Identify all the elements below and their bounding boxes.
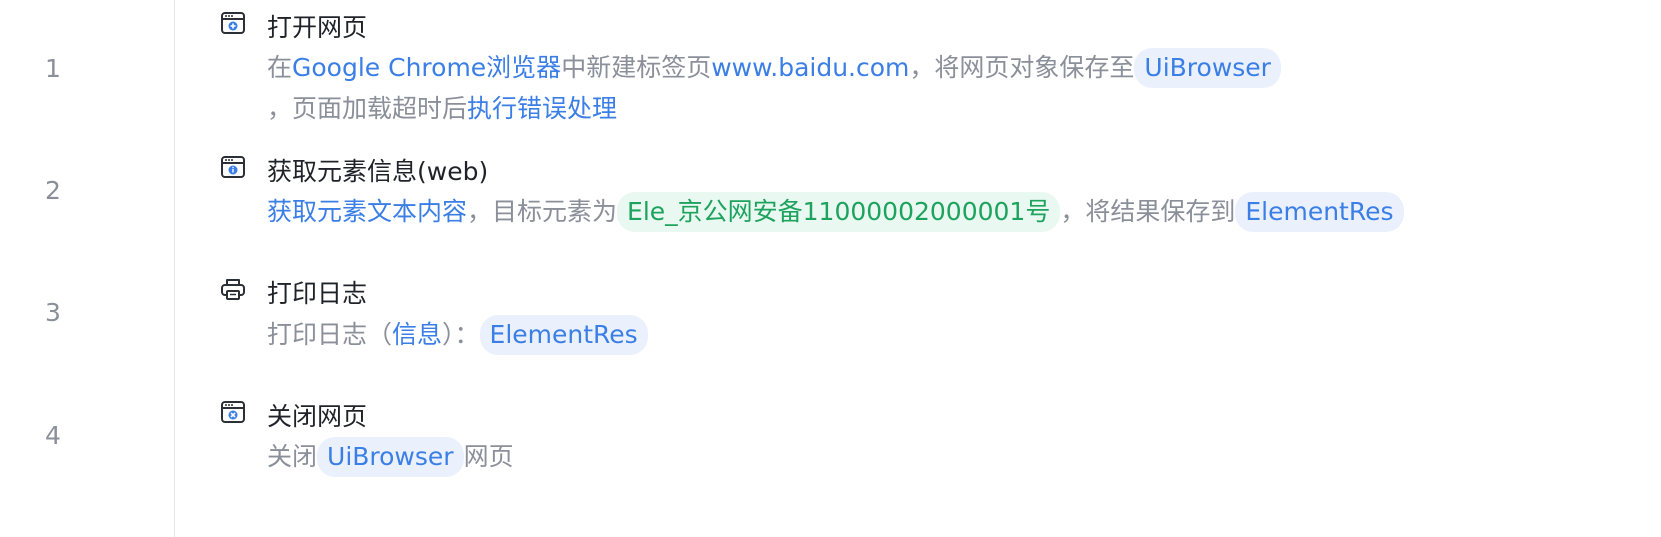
desc-text: ，将网页对象保存至 [909,53,1135,82]
variable-chip-elementres[interactable]: ElementRes [1235,192,1404,232]
url-link[interactable]: www.baidu.com [711,53,909,82]
step-title: 关闭网页 [267,402,368,431]
desc-text: 关闭 [267,442,318,471]
step-number: 2 [45,176,61,205]
browser-info-icon [220,154,246,180]
browser-close-icon [220,399,246,425]
step-description: 获取元素文本内容，目标元素为 Ele_京公网安备11000002000001号 ，将… [267,191,1404,232]
printer-icon [220,276,246,302]
step-description: 关闭 UiBrowser 网页 [267,436,514,477]
element-chip[interactable]: Ele_京公网安备11000002000001号 [617,192,1061,232]
desc-text: 在 [267,53,293,82]
step-title: 打印日志 [267,279,368,308]
step-number: 3 [45,298,61,327]
desc-text: ，页面加载超时后 [267,94,468,123]
step-number: 1 [45,54,61,83]
error-handling-link[interactable]: 执行错误处理 [467,94,617,123]
step-title: 获取元素信息(web) [267,157,489,186]
desc-text: ，将结果保存到 [1060,197,1236,226]
step-description: 打印日志（信息）： ElementRes [267,314,648,355]
step-title: 打开网页 [267,13,368,42]
desc-text: ，目标元素为 [467,197,618,226]
variable-chip-elementres[interactable]: ElementRes [479,315,648,355]
variable-chip-uibrowser[interactable]: UiBrowser [1134,48,1281,88]
desc-text: 网页 [463,442,514,471]
step-number: 4 [45,421,61,450]
flow-step-list: 1 打开网页 在Google Chrome浏览器中新建标签页www.baidu.… [0,0,1661,537]
log-level-link[interactable]: 信息 [392,320,442,349]
desc-text: 中新建标签页 [561,53,712,82]
variable-chip-uibrowser[interactable]: UiBrowser [317,437,464,477]
step-description: 在Google Chrome浏览器中新建标签页www.baidu.com，将网页… [267,47,1281,88]
desc-text: 打印日志（ [267,320,393,349]
desc-text: ）： [442,320,480,349]
gutter-divider [174,0,175,537]
browser-type-link[interactable]: Google Chrome浏览器 [292,53,561,82]
step-description-cont: ，页面加载超时后执行错误处理 [267,88,617,129]
action-link[interactable]: 获取元素文本内容 [267,197,467,226]
browser-open-icon [220,10,246,36]
